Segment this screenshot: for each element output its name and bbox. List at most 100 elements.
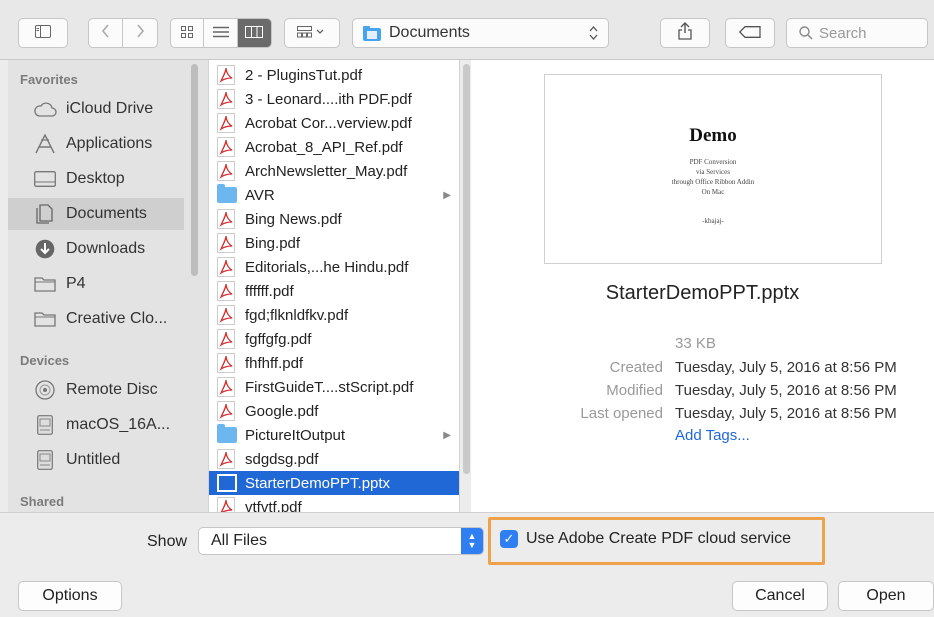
file-name: 3 - Leonard....ith PDF.pdf	[245, 90, 412, 108]
sidebar-item-label: Creative Clo...	[66, 310, 168, 327]
downloads-icon	[32, 239, 58, 259]
favorites-header: Favorites	[20, 72, 78, 87]
desktop-icon	[32, 169, 58, 189]
add-tags-link[interactable]: Add Tags...	[675, 427, 750, 444]
file-row[interactable]: fgd;flknldfkv.pdf	[209, 303, 459, 327]
thumbnail-subtitle: PDF Conversion via Services through Offi…	[545, 157, 881, 197]
pdf-file-icon	[217, 161, 235, 181]
sidebar-item-applications[interactable]: Applications	[8, 128, 184, 160]
applications-icon	[32, 134, 58, 154]
pdf-file-icon	[217, 353, 235, 373]
view-mode-control	[170, 18, 272, 48]
folder-icon	[217, 424, 237, 443]
file-row[interactable]: 3 - Leonard....ith PDF.pdf	[209, 87, 459, 111]
file-name: sdgdsg.pdf	[245, 450, 319, 468]
adobe-cloud-checkbox[interactable]: ✓ Use Adobe Create PDF cloud service	[500, 530, 791, 548]
sidebar-item-p4[interactable]: P4	[8, 268, 184, 300]
sidebar-scrollbar[interactable]	[191, 64, 198, 276]
accessory-panel: Show All Files ▲ ▼ ✓ Use Adobe Create PDF…	[0, 512, 934, 617]
pdf-file-icon	[217, 89, 235, 109]
sidebar-item-untitled[interactable]: Untitled	[8, 444, 184, 476]
sidebar-item-label: P4	[66, 275, 86, 292]
file-name: Editorials,...he Hindu.pdf	[245, 258, 409, 276]
file-row[interactable]: FirstGuideT....stScript.pdf	[209, 375, 459, 399]
thumbnail-line: via Services	[695, 168, 730, 176]
file-row[interactable]: vtfvtf.pdf	[209, 495, 459, 512]
search-icon	[799, 26, 813, 40]
column-view-button[interactable]	[237, 19, 271, 47]
back-button[interactable]	[89, 19, 123, 47]
file-row[interactable]: Bing News.pdf	[209, 207, 459, 231]
cancel-button[interactable]: Cancel	[732, 581, 828, 611]
shared-header: Shared	[20, 494, 65, 509]
open-button[interactable]: Open	[838, 581, 934, 611]
icon-view-button[interactable]	[171, 19, 205, 47]
folder-icon	[363, 25, 381, 41]
file-type-value: All Files	[211, 532, 268, 549]
pdf-file-icon	[217, 497, 235, 512]
pptx-file-icon	[217, 474, 237, 492]
pdf-file-icon	[217, 281, 235, 301]
file-name: PictureItOutput	[245, 426, 346, 444]
file-row[interactable]: 2 - PluginsTut.pdf	[209, 63, 459, 87]
checkmark-icon: ✓	[500, 530, 518, 548]
checkbox-label: Use Adobe Create PDF cloud service	[526, 530, 792, 547]
file-row[interactable]: Bing.pdf	[209, 231, 459, 255]
file-row-selected[interactable]: StarterDemoPPT.pptx	[209, 471, 459, 495]
share-button[interactable]	[660, 18, 710, 48]
sidebar-toggle-button[interactable]	[18, 18, 68, 48]
grid-icon	[181, 25, 194, 42]
drive-icon	[32, 450, 58, 470]
file-row[interactable]: Acrobat Cor...verview.pdf	[209, 111, 459, 135]
sidebar-item-label: Applications	[66, 135, 153, 152]
file-row[interactable]: Google.pdf	[209, 399, 459, 423]
options-button[interactable]: Options	[18, 581, 122, 611]
file-type-popup[interactable]: All Files ▲ ▼	[198, 527, 484, 555]
updown-chevron-icon	[589, 24, 598, 46]
sidebar-item-macos-volume[interactable]: macOS_16A...	[8, 409, 184, 441]
thumbnail-line: On Mac	[701, 188, 725, 196]
updown-chevron-icon: ▲ ▼	[461, 528, 483, 554]
file-row[interactable]: sdgdsg.pdf	[209, 447, 459, 471]
file-row[interactable]: ArchNewsletter_May.pdf	[209, 159, 459, 183]
folder-row[interactable]: AVR ▶	[209, 183, 459, 207]
show-label: Show	[147, 533, 188, 550]
sidebar-item-label: iCloud Drive	[66, 100, 154, 117]
file-row[interactable]: fgffgfg.pdf	[209, 327, 459, 351]
pdf-file-icon	[217, 305, 235, 325]
sidebar-item-remote-disc[interactable]: Remote Disc	[8, 374, 184, 406]
pdf-file-icon	[217, 137, 235, 157]
location-popup[interactable]: Documents	[352, 18, 609, 48]
pdf-file-icon	[217, 329, 235, 349]
file-row[interactable]: Acrobat_8_API_Ref.pdf	[209, 135, 459, 159]
sidebar-item-desktop[interactable]: Desktop	[8, 163, 184, 195]
sidebar-item-documents[interactable]: Documents	[8, 198, 184, 230]
tags-button[interactable]	[725, 18, 775, 48]
modified-label: Modified	[606, 382, 663, 399]
sidebar-icon	[35, 24, 51, 42]
file-column-scrollbar[interactable]	[463, 64, 470, 474]
document-thumbnail: Demo PDF Conversion via Services through…	[544, 74, 882, 264]
arrange-icon	[297, 25, 327, 42]
toolbar: Documents Search	[0, 0, 934, 60]
sidebar-item-downloads[interactable]: Downloads	[8, 233, 184, 265]
forward-button[interactable]	[123, 19, 157, 47]
sidebar-item-creative-cloud[interactable]: Creative Clo...	[8, 303, 184, 335]
chevron-right-icon	[136, 24, 145, 42]
file-name: 2 - PluginsTut.pdf	[245, 66, 363, 84]
file-name: vtfvtf.pdf	[245, 498, 302, 513]
sidebar-item-label: Remote Disc	[66, 381, 158, 398]
arrange-menu-button[interactable]	[284, 18, 340, 48]
search-field[interactable]: Search	[786, 18, 928, 48]
sidebar-item-icloud-drive[interactable]: iCloud Drive	[8, 93, 184, 125]
folder-row[interactable]: PictureItOutput ▶	[209, 423, 459, 447]
pdf-file-icon	[217, 401, 235, 421]
file-row[interactable]: Editorials,...he Hindu.pdf	[209, 255, 459, 279]
back-forward-control	[88, 18, 158, 48]
modified-value: Tuesday, July 5, 2016 at 8:56 PM	[675, 382, 897, 399]
file-row[interactable]: ffffff.pdf	[209, 279, 459, 303]
file-name: fgffgfg.pdf	[245, 330, 312, 348]
file-row[interactable]: fhfhff.pdf	[209, 351, 459, 375]
devices-header: Devices	[20, 353, 70, 368]
list-view-button[interactable]	[204, 19, 238, 47]
